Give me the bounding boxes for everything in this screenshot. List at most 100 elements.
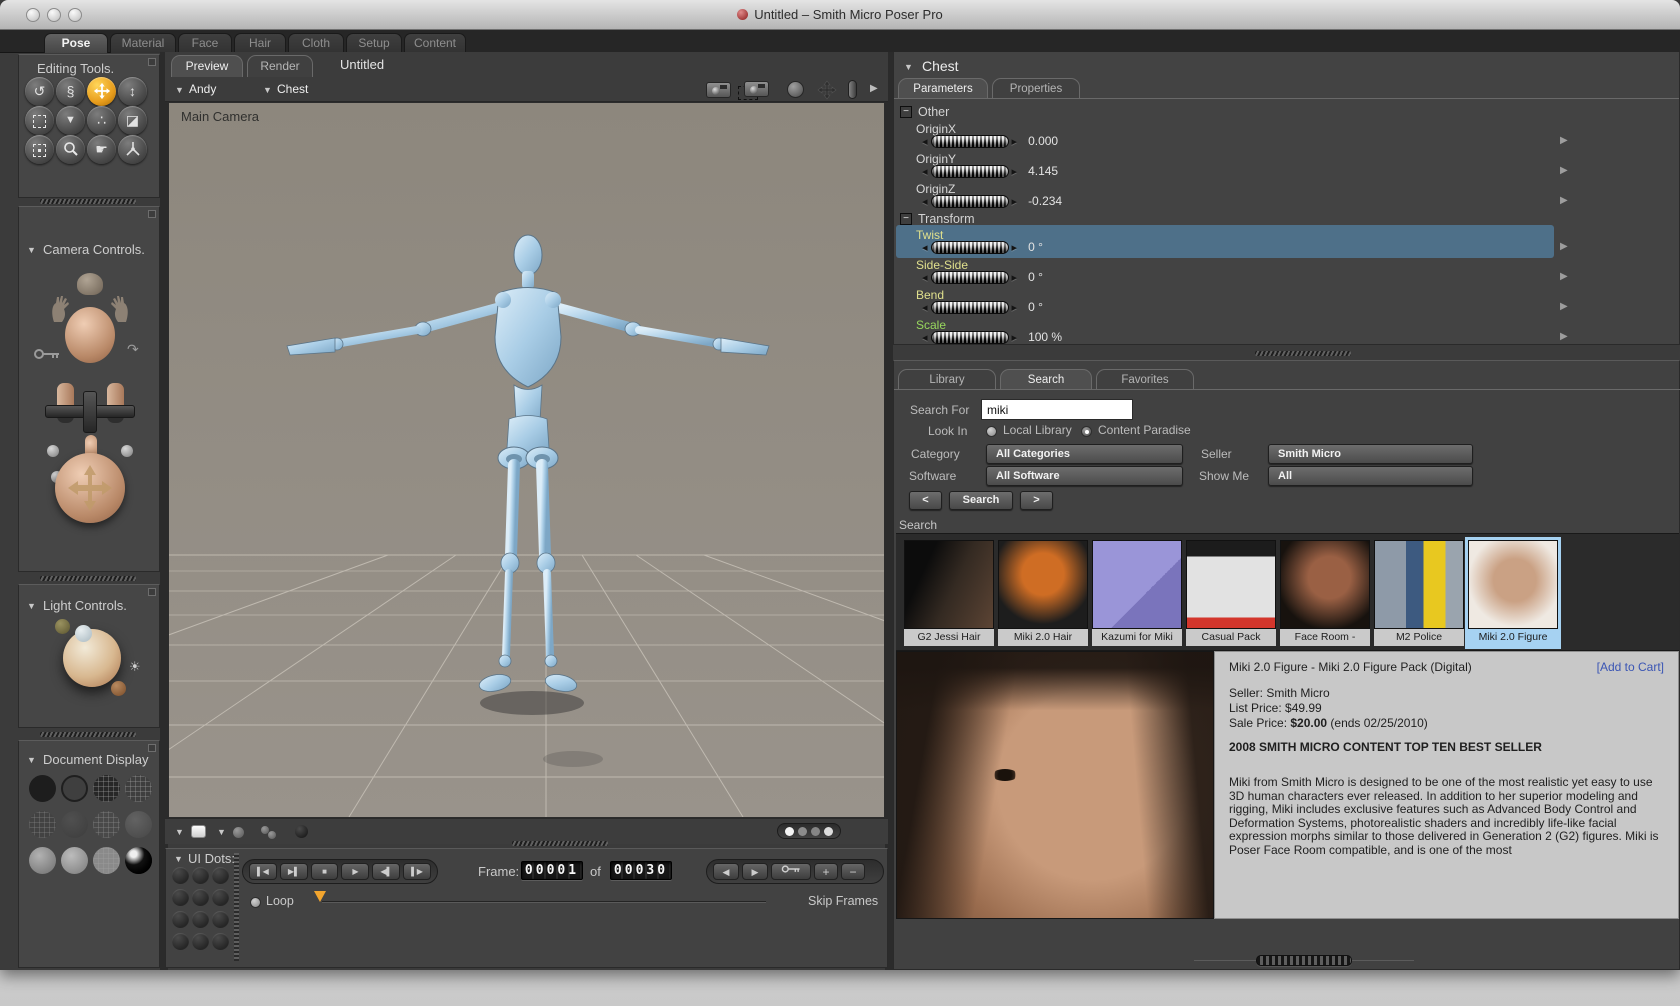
andy-mannequin-figure[interactable] <box>286 234 770 694</box>
param-options-arrow-icon[interactable]: ▶ <box>1560 241 1568 252</box>
param-value[interactable]: 0 ° <box>1028 300 1043 314</box>
tab-render[interactable]: Render <box>247 55 313 77</box>
display-smooth-lined-icon[interactable] <box>61 847 88 874</box>
scene-canvas[interactable] <box>0 103 1424 818</box>
tracking-ball-icon[interactable] <box>233 827 244 838</box>
light-indicator-3-icon[interactable] <box>111 681 126 696</box>
timeline-track[interactable] <box>322 901 766 903</box>
previous-key-button[interactable]: ◀ <box>713 863 739 880</box>
tab-favorites[interactable]: Favorites <box>1096 369 1194 389</box>
loop-radio[interactable] <box>250 897 261 908</box>
dot-icon[interactable] <box>811 826 820 836</box>
dial-widget[interactable] <box>930 300 1009 314</box>
dial-right-arrow-icon[interactable]: ▸ <box>1012 301 1018 314</box>
dial-left-arrow-icon[interactable]: ◂ <box>922 195 928 208</box>
dial-widget[interactable] <box>930 134 1009 148</box>
ui-dot-button[interactable] <box>212 867 229 884</box>
dot-active-icon[interactable] <box>785 826 794 836</box>
param-value[interactable]: 0 ° <box>1028 270 1043 284</box>
dolly-cross-vertical[interactable] <box>83 391 97 433</box>
param-options-arrow-icon[interactable]: ▶ <box>1560 301 1568 312</box>
light-indicator-1-icon[interactable] <box>55 619 70 634</box>
translate-tool-button[interactable] <box>87 77 116 106</box>
thumbnail-g2-jessi-hair[interactable]: G2 Jessi Hair <box>904 540 994 646</box>
camera-trackball[interactable] <box>55 453 125 523</box>
display-style-dots[interactable] <box>777 823 841 839</box>
ui-dot-button[interactable] <box>192 933 209 950</box>
light-globe[interactable] <box>63 629 121 687</box>
panel-corner-icon[interactable] <box>148 58 156 66</box>
ui-dot-button[interactable] <box>212 889 229 906</box>
param-value[interactable]: 4.145 <box>1028 164 1058 178</box>
key-icon[interactable] <box>33 347 61 361</box>
collapse-triangle-icon[interactable]: ▼ <box>27 245 36 255</box>
twist-tool-button[interactable]: § <box>56 77 85 106</box>
display-outline-icon[interactable] <box>61 775 88 802</box>
next-key-button[interactable]: ▶ <box>742 863 768 880</box>
hand-capsule-icon[interactable] <box>848 80 857 99</box>
group-collapse-box[interactable]: − <box>900 106 912 118</box>
display-cartoon-icon[interactable] <box>125 811 152 838</box>
expand-controls-arrow-icon[interactable]: ▶ <box>870 83 878 94</box>
param-dial-originy[interactable]: ◂ ▸ 4.145 <box>922 164 1058 178</box>
step-back-button[interactable]: ◀▌ <box>372 863 401 880</box>
ui-dot-button[interactable] <box>172 911 189 928</box>
thumbnail-m2-police[interactable]: M2 Police <box>1374 540 1464 646</box>
tab-parameters[interactable]: Parameters <box>898 78 988 98</box>
display-texture-shaded-icon[interactable] <box>93 847 120 874</box>
tab-material[interactable]: Material <box>110 33 176 53</box>
param-options-arrow-icon[interactable]: ▶ <box>1560 271 1568 282</box>
display-flat-shaded-icon[interactable] <box>61 811 88 838</box>
panel-resize-grip[interactable] <box>1255 351 1351 356</box>
play-button[interactable]: ▶ <box>341 863 370 880</box>
category-dropdown[interactable]: All Categories <box>986 444 1183 464</box>
head-camera-icon[interactable] <box>65 307 115 363</box>
dial-widget[interactable] <box>930 270 1009 284</box>
collapse-triangle-icon[interactable]: ▼ <box>27 601 36 611</box>
magnify-tool-button[interactable] <box>56 135 85 164</box>
dial-right-arrow-icon[interactable]: ▸ <box>1012 165 1018 178</box>
param-options-arrow-icon[interactable]: ▶ <box>1560 165 1568 176</box>
tab-library[interactable]: Library <box>898 369 996 389</box>
display-flat-lined-icon[interactable] <box>93 811 120 838</box>
viewport[interactable]: Main Camera <box>0 102 1424 818</box>
thumbnail-miki-20-hair[interactable]: Miki 2.0 Hair <box>998 540 1088 646</box>
search-button[interactable]: Search <box>949 491 1013 510</box>
tab-face[interactable]: Face <box>178 33 232 53</box>
thumbnail-miki-20-figure-selected[interactable]: Miki 2.0 Figure <box>1468 540 1558 646</box>
dial-left-arrow-icon[interactable]: ◂ <box>922 135 928 148</box>
color-tool-button[interactable]: ☛ <box>87 135 116 164</box>
last-frame-button[interactable]: ▶▌ <box>279 863 308 880</box>
add-keyframe-button[interactable]: + <box>814 863 838 880</box>
dot-icon[interactable] <box>798 826 807 836</box>
collapse-triangle-icon[interactable]: ▼ <box>174 854 183 864</box>
face-camera-icon[interactable] <box>77 273 103 295</box>
group-collapse-box[interactable]: − <box>900 213 912 225</box>
dial-left-arrow-icon[interactable]: ◂ <box>922 241 928 254</box>
collapse-triangle-icon[interactable]: ▼ <box>27 755 36 765</box>
dial-widget[interactable] <box>930 330 1009 344</box>
sun-icon[interactable]: ☀ <box>129 659 141 675</box>
dial-right-arrow-icon[interactable]: ▸ <box>1012 331 1018 344</box>
tab-pose[interactable]: Pose <box>44 33 108 53</box>
scale-tool-button[interactable] <box>25 106 54 135</box>
trackball-mini-icon[interactable] <box>787 81 804 98</box>
param-options-arrow-icon[interactable]: ▶ <box>1560 135 1568 146</box>
edit-keyframes-button[interactable] <box>771 863 811 880</box>
param-dial-originz[interactable]: ◂ ▸ -0.234 <box>922 194 1062 208</box>
display-smooth-shaded-icon[interactable] <box>29 847 56 874</box>
stop-button[interactable]: ■ <box>310 863 339 880</box>
panel-corner-icon[interactable] <box>148 210 156 218</box>
param-value[interactable]: 0.000 <box>1028 134 1058 148</box>
taper-tool-button[interactable]: ▼ <box>56 106 85 135</box>
depth-menu-triangle-icon[interactable]: ▼ <box>175 827 184 837</box>
thumbnail-kazumi-for-miki[interactable]: Kazumi for Miki <box>1092 540 1182 646</box>
panel-resize-grip[interactable] <box>40 732 136 737</box>
dial-left-arrow-icon[interactable]: ◂ <box>922 165 928 178</box>
dial-widget[interactable] <box>930 164 1009 178</box>
step-forward-button[interactable]: ▌▶ <box>403 863 431 880</box>
param-dial-originx[interactable]: ◂ ▸ 0.000 <box>922 134 1058 148</box>
dial-left-arrow-icon[interactable]: ◂ <box>922 301 928 314</box>
thumbnail-face-room[interactable]: Face Room - <box>1280 540 1370 646</box>
camera-view-icon[interactable] <box>706 82 731 98</box>
